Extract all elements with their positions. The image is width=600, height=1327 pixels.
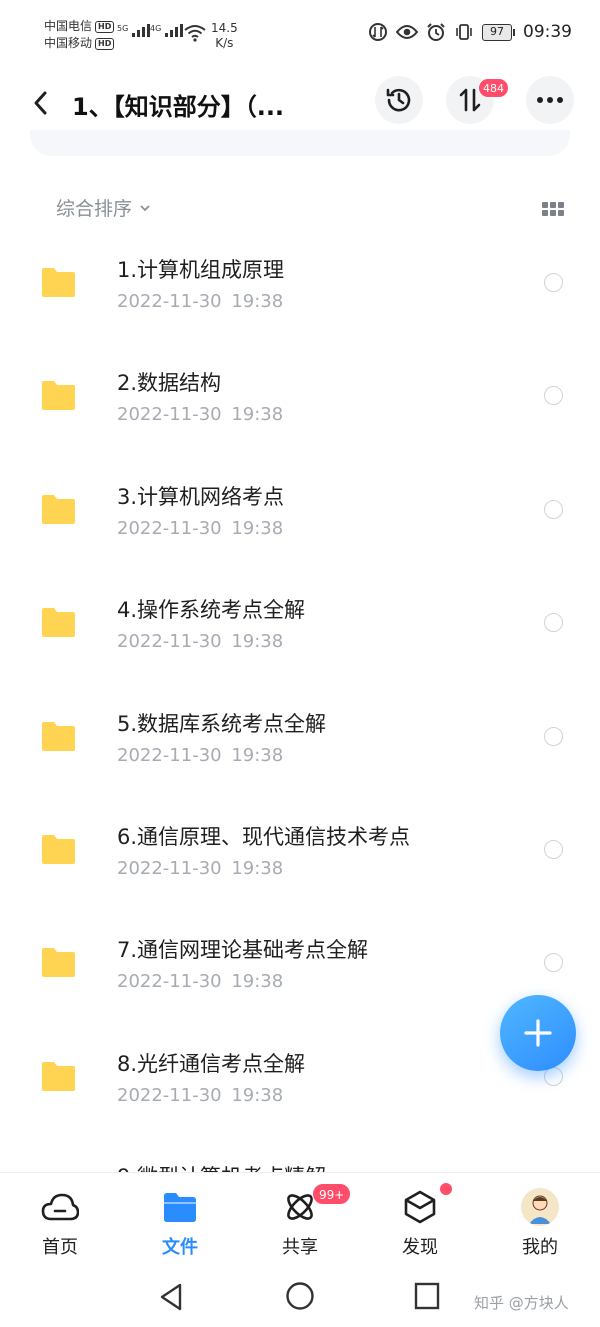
select-radio[interactable] xyxy=(544,273,563,292)
file-date: 2022-11-30 19:38 xyxy=(117,631,284,653)
plus-icon xyxy=(524,1019,552,1047)
more-button[interactable] xyxy=(526,76,574,124)
nav-recents-icon[interactable] xyxy=(414,1282,440,1310)
discover-dot-badge xyxy=(440,1183,452,1195)
bottom-nav: 首页 文件 共享 99+ 发现 我的 xyxy=(0,1172,600,1268)
tab-home-label: 首页 xyxy=(42,1237,78,1258)
status-icons: 97 09:39 xyxy=(368,22,572,42)
tab-discover-label: 发现 xyxy=(402,1237,438,1258)
folder-icon xyxy=(42,494,75,524)
folder-icon xyxy=(42,1061,75,1091)
avatar-image xyxy=(521,1188,559,1226)
list-item[interactable]: 2.数据结构 2022-11-30 19:38 xyxy=(0,343,600,456)
file-name: 8.光纤通信考点全解 xyxy=(117,1051,306,1076)
file-date: 2022-11-30 19:38 xyxy=(117,857,284,879)
folder-icon xyxy=(42,948,75,978)
select-radio[interactable] xyxy=(544,386,563,406)
select-radio[interactable] xyxy=(544,953,563,973)
wifi-icon xyxy=(184,25,206,42)
tab-files[interactable]: 文件 xyxy=(140,1187,220,1259)
battery-level: 97 xyxy=(482,23,512,41)
tab-share-label: 共享 xyxy=(282,1237,318,1258)
transfer-badge: 484 xyxy=(478,78,509,98)
back-arrow-icon xyxy=(34,91,47,115)
folder-icon xyxy=(42,834,75,864)
network-type-2: 4G xyxy=(150,24,162,33)
cloud-icon xyxy=(41,1193,79,1221)
hd-badge-2: HD xyxy=(95,37,115,50)
select-radio[interactable] xyxy=(544,499,563,519)
folder-icon xyxy=(42,381,75,411)
folder-icon xyxy=(42,268,75,297)
file-name: 4.操作系统考点全解 xyxy=(117,598,306,623)
hd-badge-1: HD xyxy=(95,20,115,33)
file-name: 5.数据库系统考点全解 xyxy=(117,711,327,736)
carrier-info: 中国电信 HD 中国移动 HD xyxy=(44,18,115,52)
eye-icon xyxy=(396,25,418,39)
folder-tab-icon xyxy=(164,1193,196,1222)
file-date: 2022-11-30 19:38 xyxy=(117,404,284,426)
file-name: 6.通信原理、现代通信技术考点 xyxy=(117,824,411,849)
tab-mine-label: 我的 xyxy=(522,1237,558,1258)
alarm-icon xyxy=(427,23,445,41)
select-radio[interactable] xyxy=(544,839,563,859)
nav-back-icon[interactable] xyxy=(158,1282,184,1312)
list-item[interactable]: 5.数据库系统考点全解 2022-11-30 19:38 xyxy=(0,684,600,797)
chevron-down-icon xyxy=(140,204,150,211)
signal-4g-icon: 4G xyxy=(150,24,184,37)
avatar xyxy=(521,1188,559,1226)
battery-icon: 97 xyxy=(482,23,515,41)
file-name: 1.计算机组成原理 xyxy=(117,258,285,282)
tab-discover[interactable]: 发现 xyxy=(380,1187,460,1259)
back-button[interactable] xyxy=(24,84,64,124)
tab-home[interactable]: 首页 xyxy=(20,1187,100,1259)
list-item[interactable]: 1.计算机组成原理 2022-11-30 19:38 xyxy=(0,230,600,343)
history-button[interactable] xyxy=(375,76,423,124)
status-bar: 中国电信 HD 中国移动 HD 5G 4G 14.5 K/s 97 09:39 xyxy=(0,0,600,70)
history-icon xyxy=(386,88,411,112)
file-date: 2022-11-30 19:38 xyxy=(117,744,284,766)
carrier-1: 中国电信 xyxy=(44,19,93,33)
file-date: 2022-11-30 19:38 xyxy=(117,971,284,993)
more-dots-icon xyxy=(537,97,563,103)
cube-icon xyxy=(404,1190,436,1224)
net-speed-unit: K/s xyxy=(215,36,234,50)
file-date: 2022-11-30 19:38 xyxy=(117,517,284,539)
network-type-1: 5G xyxy=(117,24,129,33)
select-radio[interactable] xyxy=(544,726,563,746)
file-name: 7.通信网理论基础考点全解 xyxy=(117,938,369,963)
carrier-2: 中国移动 xyxy=(44,36,93,50)
share-badge: 99+ xyxy=(312,1183,352,1205)
select-radio[interactable] xyxy=(544,613,563,633)
grid-view-icon[interactable] xyxy=(542,202,564,216)
vibrate-icon xyxy=(456,24,472,40)
tab-mine[interactable]: 我的 xyxy=(500,1187,580,1259)
folder-icon xyxy=(42,608,75,638)
sort-label: 综合排序 xyxy=(56,198,133,220)
page-title: 1、【知识部分】（... xyxy=(72,93,285,121)
file-date: 2022-11-30 19:38 xyxy=(117,291,284,312)
net-speed: 14.5 K/s xyxy=(211,21,238,51)
sort-dropdown[interactable]: 综合排序 xyxy=(56,194,152,221)
clock: 09:39 xyxy=(523,22,572,42)
signal-5g-icon: 5G xyxy=(117,24,151,37)
tab-files-label: 文件 xyxy=(162,1237,198,1258)
watermark: 知乎 @方块人 xyxy=(474,1294,569,1312)
add-button[interactable] xyxy=(500,995,576,1071)
list-item[interactable]: 3.计算机网络考点 2022-11-30 19:38 xyxy=(0,457,600,570)
folder-icon xyxy=(42,721,75,751)
search-card-edge xyxy=(30,130,570,156)
file-date: 2022-11-30 19:38 xyxy=(117,1084,284,1106)
net-speed-value: 14.5 xyxy=(211,21,238,35)
list-item[interactable]: 6.通信原理、现代通信技术考点 2022-11-30 19:38 xyxy=(0,797,600,910)
data-saver-icon xyxy=(369,23,387,41)
nav-home-icon[interactable] xyxy=(285,1281,315,1311)
file-name: 3.计算机网络考点 xyxy=(117,484,285,509)
list-item[interactable]: 4.操作系统考点全解 2022-11-30 19:38 xyxy=(0,570,600,683)
file-list: 1.计算机组成原理 2022-11-30 19:38 2.数据结构 2022-1… xyxy=(0,230,600,1251)
file-name: 2.数据结构 xyxy=(117,371,222,396)
